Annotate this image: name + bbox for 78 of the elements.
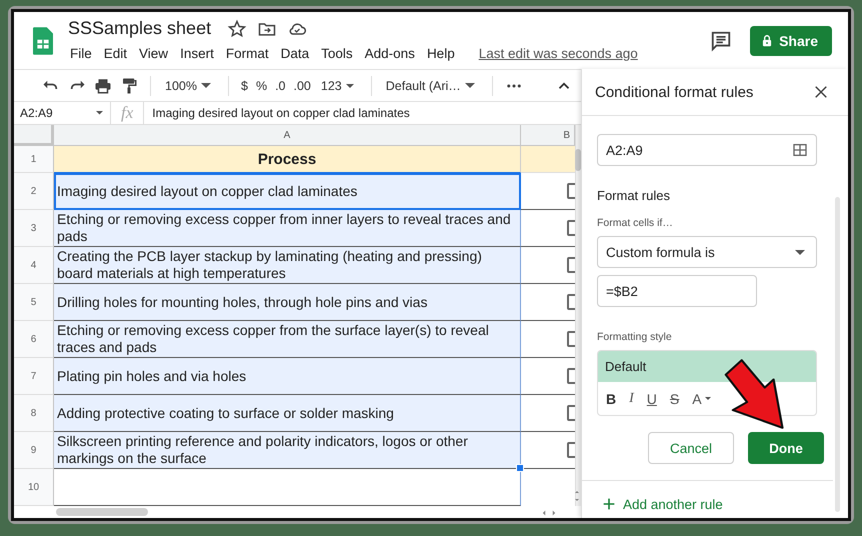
table-cell[interactable]: Silkscreen printing reference and polarity indicators, logos or other markings on the surface: [54, 432, 521, 469]
field-label: Format cells if…: [597, 217, 674, 229]
italic-button[interactable]: I: [629, 390, 634, 406]
menu-item[interactable]: Tools: [315, 44, 359, 63]
field-label: Formatting style: [597, 331, 673, 343]
percent-button[interactable]: %: [256, 78, 268, 92]
number-format-dropdown[interactable]: 123: [318, 78, 359, 92]
menu-item[interactable]: View: [133, 44, 174, 63]
column-header[interactable]: A: [54, 125, 521, 146]
print-icon[interactable]: [94, 76, 112, 94]
table-cell[interactable]: Adding protective coating to surface or solder masking: [54, 395, 521, 432]
decrease-decimals-button[interactable]: .0: [275, 78, 286, 92]
fill-handle[interactable]: [516, 464, 524, 472]
star-icon[interactable]: [227, 18, 248, 38]
caret-icon: [200, 83, 211, 88]
menu-item[interactable]: File: [64, 44, 98, 63]
row-header[interactable]: 1: [14, 146, 54, 173]
done-button[interactable]: Done: [748, 432, 824, 464]
add-rule-link[interactable]: Add another rule: [597, 481, 817, 512]
name-box[interactable]: A2:A9: [14, 102, 111, 124]
menu-item[interactable]: Edit: [98, 44, 134, 63]
formula-input[interactable]: Imaging desired layout on copper clad laminates: [144, 106, 410, 120]
cancel-button[interactable]: Cancel: [648, 432, 734, 464]
table-cell[interactable]: Etching or removing excess copper from the surface layer(s) to reveal traces and pads: [54, 321, 521, 358]
caret-icon: [346, 84, 354, 88]
table-cell[interactable]: [54, 469, 521, 506]
paint-format-icon[interactable]: [120, 76, 138, 94]
row-header[interactable]: 3: [14, 210, 54, 247]
text-color-button[interactable]: A: [692, 390, 714, 406]
caret-icon: [795, 250, 805, 254]
row-header[interactable]: 7: [14, 358, 54, 395]
caret-icon: [704, 397, 711, 400]
row-header[interactable]: 2: [14, 173, 54, 210]
section-title: Format rules: [597, 188, 671, 203]
table-cell[interactable]: Etching or removing excess copper from inner layers to reveal traces and pads: [54, 210, 521, 247]
row-header[interactable]: 9: [14, 432, 54, 469]
menu-item[interactable]: Help: [420, 44, 461, 63]
panel-title: Conditional format rules: [595, 84, 754, 100]
style-preview[interactable]: Default: [598, 351, 816, 382]
underline-button[interactable]: U: [646, 390, 657, 406]
bold-button[interactable]: B: [606, 390, 616, 406]
currency-button[interactable]: $: [240, 78, 248, 92]
caret-icon: [464, 83, 475, 88]
table-cell[interactable]: Creating the PCB layer stackup by laminating (heating and pressing) board materials at high temperatures: [54, 247, 521, 284]
corner-cell[interactable]: [14, 125, 54, 146]
row-header[interactable]: 10: [14, 469, 54, 506]
zoom-dropdown[interactable]: 100%: [163, 78, 216, 92]
row-header[interactable]: 5: [14, 284, 54, 321]
column-header[interactable]: B: [521, 125, 575, 146]
menu-item[interactable]: Data: [274, 44, 316, 63]
scrollbar-thumb[interactable]: [56, 508, 148, 516]
table-cell[interactable]: Process: [54, 146, 521, 173]
comment-icon[interactable]: [710, 30, 732, 52]
row-header[interactable]: 4: [14, 247, 54, 284]
plus-icon: [601, 496, 617, 512]
scroll-down-icon[interactable]: [573, 496, 581, 504]
range-field[interactable]: A2:A9: [597, 134, 817, 166]
menu-item[interactable]: Format: [220, 44, 275, 63]
table-cell[interactable]: Drilling holes for mounting holes, through hole pins and vias: [54, 284, 521, 321]
grid-icon[interactable]: [792, 142, 808, 158]
formula-field[interactable]: =$B2: [597, 275, 757, 307]
row-header[interactable]: 8: [14, 395, 54, 432]
table-cell[interactable]: Imaging desired layout on copper clad laminates: [54, 173, 521, 210]
last-edit-link[interactable]: Last edit was seconds ago: [478, 46, 638, 61]
menu-item[interactable]: Add-ons: [358, 44, 421, 63]
menu-item[interactable]: Insert: [174, 44, 220, 63]
document-title[interactable]: SSSamples sheet: [68, 18, 212, 39]
caret-icon: [96, 111, 103, 115]
condition-dropdown[interactable]: Custom formula is: [597, 236, 817, 268]
scroll-up-icon[interactable]: [573, 488, 581, 496]
font-dropdown[interactable]: Default (Ari…: [384, 78, 480, 92]
scrollbar-thumb[interactable]: [575, 149, 581, 171]
increase-decimals-button[interactable]: .00: [294, 78, 311, 92]
share-button[interactable]: Share: [750, 26, 832, 56]
table-cell[interactable]: Plating pin holes and via holes: [54, 358, 521, 395]
strikethrough-button[interactable]: S: [670, 390, 680, 406]
row-header[interactable]: 6: [14, 321, 54, 358]
fx-label: fx: [111, 102, 144, 124]
